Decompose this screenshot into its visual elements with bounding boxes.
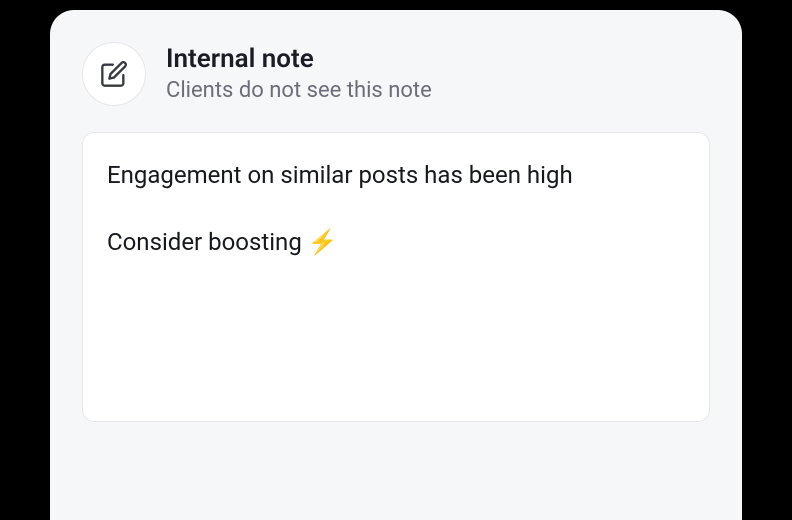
header-text: Internal note Clients do not see this no… <box>166 42 432 103</box>
internal-note-card: Internal note Clients do not see this no… <box>50 10 742 520</box>
card-subtitle: Clients do not see this note <box>166 78 432 103</box>
card-title: Internal note <box>166 44 432 74</box>
note-content-box[interactable]: Engagement on similar posts has been hig… <box>82 132 710 422</box>
card-header: Internal note Clients do not see this no… <box>82 42 710 106</box>
edit-note-icon <box>82 42 146 106</box>
